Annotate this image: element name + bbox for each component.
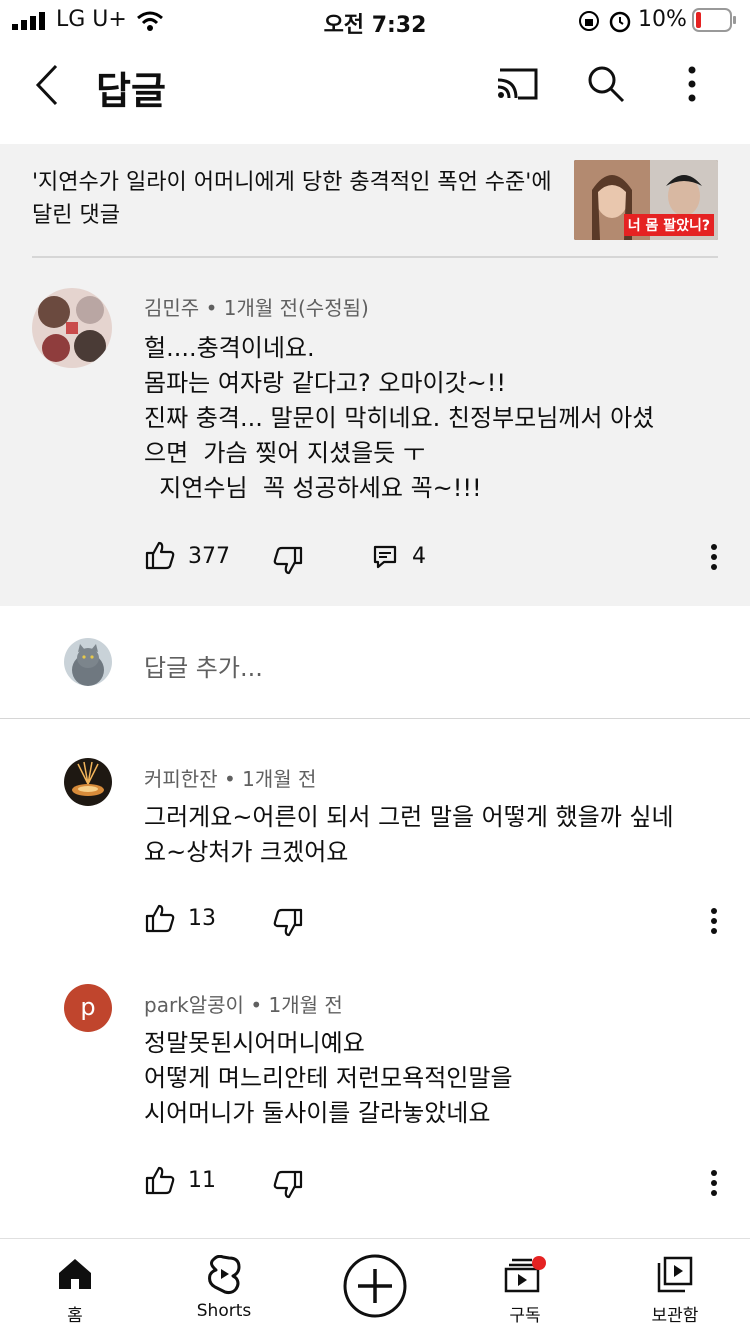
comment-author[interactable]: 김민주: [144, 296, 199, 320]
nav-home[interactable]: 홈: [15, 1253, 135, 1331]
reply-time: 1개월 전: [268, 993, 343, 1017]
reply-text: 그러게요~어른이 되서 그런 말을 어떻게 했을까 싶네 요~상처가 크겠어요: [144, 803, 674, 866]
battery-icon: [692, 8, 736, 32]
alarm-icon: [609, 11, 631, 33]
create-button[interactable]: [342, 1253, 408, 1319]
like-count: 377: [188, 544, 230, 569]
back-arrow-icon[interactable]: [30, 62, 64, 108]
shorts-icon: [208, 1255, 241, 1295]
nav-subscriptions[interactable]: 구독: [465, 1253, 585, 1331]
like-icon[interactable]: [144, 540, 176, 570]
like-icon[interactable]: [144, 1165, 176, 1195]
page-title: 답글: [96, 69, 166, 113]
like-icon[interactable]: [144, 903, 176, 933]
nav-library-label: 보관함: [651, 1306, 699, 1326]
avatar-image: [64, 758, 112, 806]
thumbnail-caption: 너 몸 팔았니?: [623, 214, 714, 236]
comment-meta: 김민주 • 1개월 전(수정됨): [144, 292, 369, 321]
reply-more-icon[interactable]: [706, 906, 722, 936]
parent-comment-section: '지연수가 일라이 어머니에게 당한 충격적인 폭언 수준'에 달린 댓글 너 …: [0, 144, 750, 606]
reply-meta: park알콩이 • 1개월 전: [144, 989, 343, 1018]
nav-home-label: 홈: [67, 1306, 83, 1326]
reply-author[interactable]: park알콩이: [144, 993, 244, 1017]
reply-icon[interactable]: [372, 544, 398, 570]
avatar[interactable]: [32, 288, 112, 368]
app-header: 답글: [0, 44, 750, 144]
nav-shorts-label: Shorts: [196, 1301, 252, 1321]
avatar[interactable]: [64, 758, 112, 806]
like-count: 11: [188, 1168, 216, 1193]
home-icon: [59, 1259, 91, 1289]
reply-time: 1개월 전: [242, 767, 317, 791]
avatar[interactable]: p: [64, 984, 112, 1032]
meta-dot: •: [250, 993, 269, 1017]
meta-dot: •: [205, 296, 224, 320]
reply-input-divider: [0, 718, 750, 719]
current-user-avatar: [64, 638, 112, 686]
subscriptions-icon: [504, 1256, 546, 1293]
like-count: 13: [188, 906, 216, 931]
reply-count: 4: [412, 544, 426, 569]
avatar-image: [32, 288, 112, 368]
avatar-image: [64, 638, 112, 686]
status-bar: LG U+ 오전 7:32 10%: [0, 0, 750, 44]
search-icon[interactable]: [586, 64, 626, 104]
nav-shorts[interactable]: Shorts: [164, 1253, 284, 1331]
comment-text: 헐....충격이네요. 몸파는 여자랑 같다고? 오마이갓~!! 진짜 충격..…: [144, 334, 655, 502]
nav-subscriptions-label: 구독: [509, 1306, 541, 1326]
add-reply-input[interactable]: 답글 추가...: [144, 648, 263, 683]
comment-more-icon[interactable]: [706, 542, 722, 572]
dislike-icon[interactable]: [272, 1170, 304, 1200]
library-icon: [657, 1256, 693, 1293]
video-title[interactable]: '지연수가 일라이 어머니에게 당한 충격적인 폭언 수준'에 달린 댓글: [32, 166, 562, 232]
orientation-lock-icon: [579, 11, 599, 31]
cast-icon[interactable]: [496, 66, 540, 102]
dislike-icon[interactable]: [272, 908, 304, 938]
video-thumbnail[interactable]: 너 몸 팔았니?: [574, 160, 718, 240]
reply-more-icon[interactable]: [706, 1168, 722, 1198]
reply-author[interactable]: 커피한잔: [144, 767, 218, 791]
nav-library[interactable]: 보관함: [615, 1253, 735, 1331]
context-divider: [32, 256, 718, 258]
comment-time: 1개월 전(수정됨): [223, 296, 369, 320]
reply-text: 정말못된시어머니예요 어떻게 며느리안테 저런모욕적인말을 시어머니가 둘사이를…: [144, 1029, 513, 1127]
battery-percent: 10%: [638, 7, 687, 32]
dislike-icon[interactable]: [272, 546, 304, 576]
bottom-navigation: 홈 Shorts 구독 보관함: [0, 1238, 750, 1335]
reply-meta: 커피한잔 • 1개월 전: [144, 763, 316, 792]
more-vert-icon[interactable]: [684, 64, 700, 104]
meta-dot: •: [223, 767, 243, 791]
